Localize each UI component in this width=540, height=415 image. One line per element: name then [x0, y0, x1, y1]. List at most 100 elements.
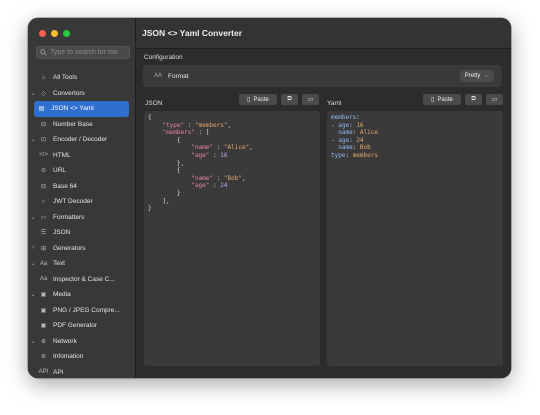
yaml-editor[interactable]: members: - age: 16 name: Alice - age: 24 n… [327, 111, 503, 366]
sidebar-item-label: JWT Decoder [53, 198, 93, 206]
code-token: members [331, 114, 357, 121]
document-icon: ▭ [491, 97, 498, 103]
sidebar-item-label: Network [53, 337, 77, 345]
minimize-window-button[interactable] [51, 30, 58, 37]
format-select[interactable]: Pretty ⌵ [459, 70, 494, 82]
json-copy-button[interactable]: ⧉ [281, 94, 298, 105]
page-title: JSON <> Yaml Converter [136, 18, 511, 49]
sidebar-item-jwt-decoder[interactable]: ○ JWT Decoder [28, 194, 135, 210]
generator-icon: ⊞ [40, 245, 47, 252]
code-token: } [148, 205, 152, 213]
code-token: ], [148, 197, 170, 205]
json-paste-button[interactable]: ▯ Paste [239, 94, 277, 105]
code-token: 24 [356, 136, 364, 144]
sidebar-item-url[interactable]: ⊘ URL [28, 163, 135, 179]
sidebar-item-convertors[interactable]: ⌄ ◇ Convertors [28, 86, 135, 102]
sidebar-item-label: Number Base [53, 120, 93, 128]
json-clear-button[interactable]: ▭ [302, 94, 319, 105]
paste-icon: ▯ [431, 97, 435, 103]
code-line: "name" : "Alice", [148, 144, 316, 152]
code-line: { [148, 114, 316, 122]
code-line: type: members [331, 152, 499, 160]
doc-icon: ▤ [38, 106, 45, 113]
sidebar-item-label: Convertors [53, 89, 85, 97]
yaml-copy-button[interactable]: ⧉ [465, 94, 482, 105]
link-icon: ⊘ [40, 168, 47, 175]
sidebar-item-json-yaml[interactable]: ▤ JSON <> Yaml [34, 101, 129, 117]
sidebar-item-generators[interactable]: › ⊞ Generators [28, 241, 135, 257]
document-icon: ▭ [307, 97, 314, 103]
window-controls [39, 30, 70, 37]
globe-icon: ⊕ [40, 338, 47, 345]
code-token: { [148, 114, 152, 121]
search-icon [40, 49, 47, 56]
configuration-label: Configuration [144, 54, 183, 61]
search-box[interactable] [36, 46, 130, 59]
sidebar-item-text[interactable]: ⌄ Aa Text [28, 256, 135, 272]
sidebar-item-html[interactable]: </> HTML [28, 148, 135, 164]
code-line: name: Alice [331, 129, 499, 137]
sidebar-item-base-64[interactable]: ⊟ Base 64 [28, 179, 135, 195]
sidebar-item-inspector-case-c[interactable]: Aa Inspector & Case C... [28, 272, 135, 288]
code-token: "age" [191, 182, 210, 190]
base64-icon: ⊟ [40, 183, 47, 190]
close-window-button[interactable] [39, 30, 46, 37]
media-icon: ▣ [40, 292, 47, 299]
api-icon: API [38, 369, 49, 376]
code-token: 16 [220, 151, 228, 159]
json-pane-title: JSON [145, 100, 163, 107]
code-token: age [338, 121, 350, 129]
code-line: { [148, 137, 316, 145]
code-token: , [249, 144, 253, 152]
code-token: : [184, 121, 195, 129]
code-line: - age: 24 [331, 137, 499, 145]
yaml-clear-button[interactable]: ▭ [486, 94, 503, 105]
json-editor[interactable]: { "type" : "members", "members" : [ { "n… [144, 111, 320, 366]
sidebar-item-png-jpeg-compre[interactable]: ▣ PNG / JPEG Compre... [28, 303, 135, 319]
sidebar-item-pdf-generator[interactable]: ▣ PDF Generator [28, 318, 135, 334]
search-input[interactable] [47, 49, 128, 56]
code-token: 24 [220, 182, 228, 190]
zoom-window-button[interactable] [63, 30, 70, 37]
sidebar-item-all-tools[interactable]: ⌂ All Tools [28, 70, 135, 86]
code-token: "name" [191, 174, 214, 182]
sidebar-item-label: JSON [53, 229, 71, 237]
sidebar-item-formatters[interactable]: ⌄ ▭ Formatters [28, 210, 135, 226]
code-token: }, [148, 159, 185, 167]
sidebar-item-label: Text [53, 260, 65, 268]
yaml-paste-label: Paste [437, 96, 453, 103]
sidebar: ⌂ All Tools ⌄ ◇ Convertors ▤ JSON <> Yaml ⊟ Numb… [28, 18, 136, 378]
jwt-icon: ○ [41, 198, 46, 205]
info-icon: ⊛ [40, 354, 47, 361]
code-token: name [338, 129, 353, 137]
format-value: Pretty [464, 73, 481, 79]
sidebar-item-label: Generators [53, 244, 86, 252]
sidebar-item-encoder-decoder[interactable]: ⌄ ⊡ Encoder / Decoder [28, 132, 135, 148]
sidebar-item-label: PNG / JPEG Compre... [53, 306, 120, 314]
paste-icon: ▯ [247, 97, 251, 103]
code-token: "Alice" [223, 144, 250, 152]
yaml-paste-button[interactable]: ▯ Paste [423, 94, 461, 105]
chevron-icon: › [32, 245, 34, 252]
sidebar-nav: ⌂ All Tools ⌄ ◇ Convertors ▤ JSON <> Yaml ⊟ Numb… [28, 70, 135, 378]
image-icon: ▣ [40, 307, 47, 314]
sidebar-item-json[interactable]: ☰ JSON [28, 225, 135, 241]
chevron-icon: ⌄ [30, 214, 36, 221]
code-token: Bob [359, 144, 371, 152]
sidebar-item-media[interactable]: ⌄ ▣ Media [28, 287, 135, 303]
sidebar-item-infomation[interactable]: ⊛ Infomation [28, 349, 135, 365]
code-token: , [227, 121, 232, 129]
code-token: : [213, 174, 224, 182]
number-icon: ⊟ [40, 121, 47, 128]
code-token: name [338, 144, 353, 152]
sidebar-item-network[interactable]: ⌄ ⊕ Network [28, 334, 135, 350]
json-icon: ☰ [40, 230, 47, 237]
code-token: "age" [191, 151, 210, 159]
code-token: type [331, 151, 346, 159]
sidebar-item-number-base[interactable]: ⊟ Number Base [28, 117, 135, 133]
sidebar-item-label: Encoder / Decoder [53, 136, 108, 144]
sidebar-item-api[interactable]: API API [28, 365, 135, 379]
code-token: { [148, 136, 181, 144]
code-line: - age: 16 [331, 122, 499, 130]
